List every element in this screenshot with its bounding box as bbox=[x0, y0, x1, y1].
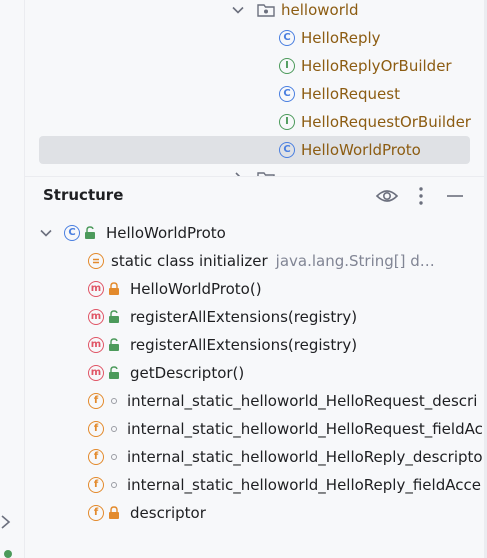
field-icon: f bbox=[88, 477, 104, 493]
member-label: descriptor bbox=[130, 504, 206, 522]
field-icon: f bbox=[88, 449, 104, 465]
tree-item-label: HelloWorldProto bbox=[301, 141, 421, 159]
tree-item-label: HelloRequestOrBuilder bbox=[301, 113, 471, 131]
structure-header: Structure bbox=[25, 177, 484, 217]
method-icon: m bbox=[88, 365, 104, 381]
interface-icon: I bbox=[279, 58, 295, 74]
member-label: HelloWorldProto() bbox=[130, 280, 262, 298]
static-initializer-icon bbox=[88, 253, 104, 269]
member-label: internal_static_helloworld_HelloRequest_… bbox=[127, 420, 483, 438]
structure-member[interactable]: f internal_static_helloworld_HelloReques… bbox=[88, 387, 477, 415]
member-label: registerAllExtensions(registry) bbox=[130, 308, 358, 326]
package-folder-icon bbox=[257, 4, 275, 17]
class-icon: C bbox=[279, 86, 295, 102]
structure-member[interactable]: static class initializer java.lang.Strin… bbox=[88, 247, 435, 275]
minimize-icon[interactable] bbox=[445, 185, 465, 207]
tree-item-label: HelloRequest bbox=[301, 85, 400, 103]
left-tool-strip bbox=[0, 0, 25, 558]
public-access-icon bbox=[108, 338, 120, 352]
structure-member[interactable]: m registerAllExtensions(registry) bbox=[88, 331, 357, 359]
structure-member[interactable]: f internal_static_helloworld_HelloReques… bbox=[88, 415, 483, 443]
class-icon: C bbox=[279, 30, 295, 46]
structure-member[interactable]: f descriptor bbox=[88, 499, 206, 527]
public-access-icon bbox=[108, 310, 120, 324]
package-access-icon bbox=[111, 482, 117, 488]
interface-icon: I bbox=[279, 114, 295, 130]
class-icon: C bbox=[64, 225, 80, 241]
chevron-down-icon[interactable] bbox=[39, 226, 53, 240]
member-label: internal_static_helloworld_HelloReply_de… bbox=[127, 448, 483, 466]
project-tree: helloworld C HelloReply I HelloReplyOrBu… bbox=[25, 0, 484, 176]
field-icon: f bbox=[88, 421, 104, 437]
method-icon: m bbox=[88, 309, 104, 325]
tree-item-label: HelloReply bbox=[301, 29, 381, 47]
package-access-icon bbox=[111, 426, 117, 432]
tree-item-helloreplyorbuilder[interactable]: I HelloReplyOrBuilder bbox=[279, 52, 452, 80]
method-icon: m bbox=[88, 337, 104, 353]
chevron-down-icon[interactable] bbox=[231, 3, 245, 17]
more-vertical-icon[interactable] bbox=[414, 185, 428, 207]
tree-item-label: HelloReplyOrBuilder bbox=[301, 57, 452, 75]
field-icon: f bbox=[88, 505, 104, 521]
structure-member[interactable]: f internal_static_helloworld_HelloReply_… bbox=[88, 471, 481, 499]
tree-item-helloreply[interactable]: C HelloReply bbox=[279, 24, 381, 52]
structure-member[interactable]: m getDescriptor() bbox=[88, 359, 244, 387]
structure-root-label: HelloWorldProto bbox=[106, 224, 226, 242]
private-access-icon bbox=[108, 282, 120, 296]
build-icon[interactable] bbox=[0, 510, 16, 558]
tree-node-partial[interactable] bbox=[231, 164, 275, 176]
structure-tree: C HelloWorldProto static class initializ… bbox=[25, 219, 487, 539]
tree-item-hellorequestorbuilder[interactable]: I HelloRequestOrBuilder bbox=[279, 108, 471, 136]
structure-title: Structure bbox=[43, 186, 124, 204]
package-access-icon bbox=[111, 454, 117, 460]
class-icon: C bbox=[279, 142, 295, 158]
package-label: helloworld bbox=[281, 1, 359, 19]
structure-member[interactable]: f internal_static_helloworld_HelloReply_… bbox=[88, 443, 483, 471]
field-icon: f bbox=[88, 393, 104, 409]
structure-member[interactable]: m registerAllExtensions(registry) bbox=[88, 303, 357, 331]
eye-icon[interactable] bbox=[375, 185, 399, 207]
member-label: internal_static_helloworld_HelloReply_fi… bbox=[127, 476, 481, 494]
member-label: registerAllExtensions(registry) bbox=[130, 336, 358, 354]
tree-item-hellorequest[interactable]: C HelloRequest bbox=[279, 80, 400, 108]
member-label: getDescriptor() bbox=[130, 364, 245, 382]
structure-member[interactable]: m HelloWorldProto() bbox=[88, 275, 262, 303]
private-access-icon bbox=[108, 506, 120, 520]
public-access-icon bbox=[84, 226, 96, 240]
package-access-icon bbox=[111, 398, 117, 404]
member-label: internal_static_helloworld_HelloRequest_… bbox=[127, 392, 478, 410]
member-type-hint: java.lang.String[] d… bbox=[275, 252, 435, 270]
public-access-icon bbox=[108, 366, 120, 380]
tree-node-helloworld[interactable]: helloworld bbox=[231, 0, 359, 24]
method-icon: m bbox=[88, 281, 104, 297]
tree-item-helloworldproto[interactable]: C HelloWorldProto bbox=[279, 136, 421, 164]
member-label: static class initializer bbox=[111, 252, 268, 270]
structure-root[interactable]: C HelloWorldProto bbox=[39, 219, 226, 247]
